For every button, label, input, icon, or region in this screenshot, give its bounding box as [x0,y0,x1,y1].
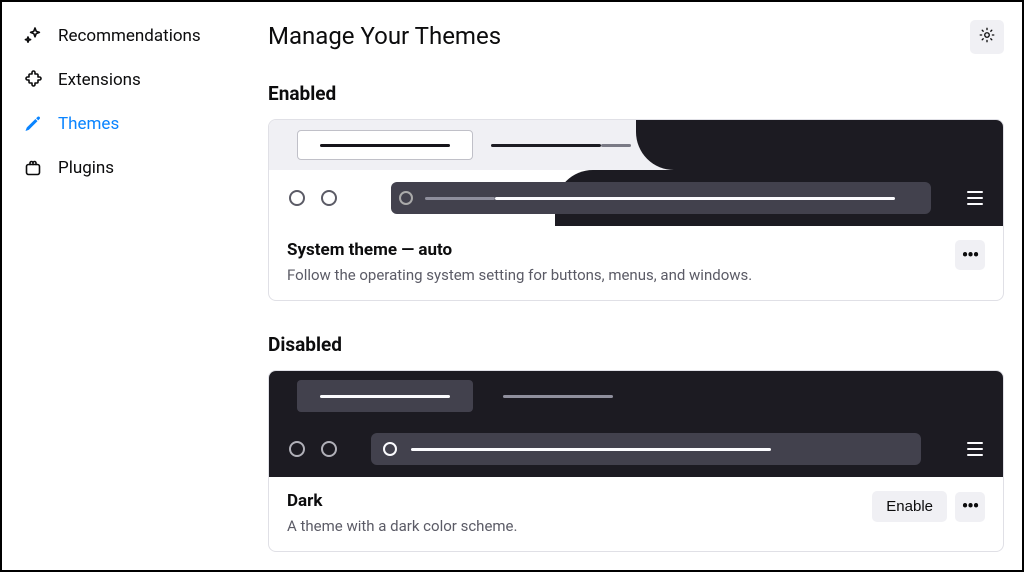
settings-button[interactable] [970,20,1004,54]
sidebar-item-label: Plugins [58,158,114,178]
theme-description: Follow the operating system setting for … [287,266,955,284]
enabled-heading: Enabled [268,82,1004,105]
theme-title: System theme — auto [287,240,955,260]
sidebar-item-recommendations[interactable]: Recommendations [2,14,242,58]
sidebar-item-label: Extensions [58,70,141,90]
main-header: Manage Your Themes [268,20,1004,54]
extensions-icon [22,69,44,91]
sidebar: Recommendations Extensions Themes Plugin… [2,2,242,570]
plugins-icon [22,157,44,179]
sidebar-item-label: Themes [58,114,119,134]
theme-preview-auto[interactable] [269,120,1003,226]
ellipsis-icon: ••• [962,496,978,517]
main-content: Manage Your Themes Enabled [242,2,1022,570]
theme-title: Dark [287,491,872,511]
theme-card-enabled: System theme — auto Follow the operating… [268,119,1004,301]
recommendations-icon [22,25,44,47]
theme-card-dark: Dark A theme with a dark color scheme. E… [268,370,1004,552]
sidebar-item-plugins[interactable]: Plugins [2,146,242,190]
disabled-heading: Disabled [268,333,1004,356]
sidebar-item-label: Recommendations [58,26,201,46]
hamburger-icon [967,191,983,205]
sidebar-item-themes[interactable]: Themes [2,102,242,146]
gear-icon [978,26,996,48]
more-options-button[interactable]: ••• [955,492,985,522]
theme-description: A theme with a dark color scheme. [287,517,872,535]
sidebar-item-extensions[interactable]: Extensions [2,58,242,102]
more-options-button[interactable]: ••• [955,240,985,270]
themes-icon [22,113,44,135]
page-title: Manage Your Themes [268,22,501,50]
ellipsis-icon: ••• [962,245,978,266]
theme-preview-dark[interactable] [269,371,1003,477]
enable-button[interactable]: Enable [872,491,947,522]
hamburger-icon [967,442,983,456]
